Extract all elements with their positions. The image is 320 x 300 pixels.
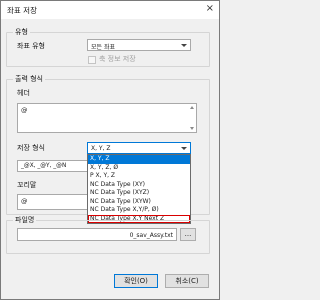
chevron-down-icon (181, 147, 187, 150)
browse-button[interactable]: ... (180, 228, 196, 241)
scroll-up-icon (190, 106, 194, 109)
ok-button-label: 확인(O) (124, 277, 148, 285)
filename-legend: 파일명 (13, 216, 37, 225)
header-textarea[interactable]: @ (17, 103, 197, 133)
format-option[interactable]: P X, Y, Z (88, 172, 190, 181)
save-format-select[interactable]: X, Y, Z (87, 142, 191, 154)
chevron-down-icon (181, 44, 187, 47)
footer-textarea[interactable]: @ (17, 194, 89, 210)
close-icon[interactable]: × (206, 3, 214, 14)
save-format-value: X, Y, Z (91, 144, 111, 152)
format-option[interactable]: X, Y, Z, Ø (88, 164, 190, 173)
cancel-button[interactable]: 취소(C) (165, 274, 209, 288)
format-pattern-value: _@X, _@Y, _@N (21, 163, 67, 169)
save-axis-info-checkbox[interactable] (88, 56, 96, 64)
footer-label: 꼬리말 (17, 181, 37, 189)
footer-value: @ (21, 197, 28, 205)
browse-button-label: ... (184, 230, 192, 238)
save-coordinates-dialog: 좌표 저장 × 유형 좌표 유형 모든 좌표 축 정보 저장 출력 형식 헤더 … (0, 0, 220, 300)
save-axis-info-label: 축 정보 저장 (99, 55, 136, 63)
format-option[interactable]: X, Y, Z (88, 155, 190, 164)
filename-input[interactable]: 0_sav_Assy.txt (17, 228, 177, 241)
header-value: @ (21, 106, 28, 114)
type-group-legend: 유형 (13, 28, 30, 37)
format-option[interactable]: NC Data Type X,Y/P, Ø) (88, 206, 190, 215)
cancel-button-label: 취소(C) (175, 277, 199, 285)
ok-button[interactable]: 확인(O) (114, 274, 158, 288)
save-format-dropdown-list[interactable]: X, Y, Z X, Y, Z, Ø P X, Y, Z NC Data Typ… (87, 154, 191, 224)
dialog-title: 좌표 저장 (7, 6, 37, 15)
scroll-down-icon (190, 127, 194, 130)
format-pattern-field[interactable]: _@X, _@Y, _@N (17, 160, 89, 172)
filename-value: 0_sav_Assy.txt (129, 231, 173, 239)
coord-type-select[interactable]: 모든 좌표 (87, 39, 191, 51)
header-scrollbar[interactable] (189, 105, 195, 131)
coord-type-label: 좌표 유형 (17, 42, 45, 50)
save-format-label: 저장 형식 (17, 144, 45, 152)
title-bar: 좌표 저장 × (1, 1, 219, 19)
format-option[interactable]: NC Data Type (XYW) (88, 198, 190, 207)
format-option[interactable]: NC Data Type (XYZ) (88, 189, 190, 198)
coord-type-value: 모든 좌표 (91, 43, 115, 51)
format-option[interactable]: NC Data Type (XY) (88, 181, 190, 190)
output-format-legend: 출력 형식 (13, 75, 45, 84)
header-label: 헤더 (17, 89, 30, 97)
